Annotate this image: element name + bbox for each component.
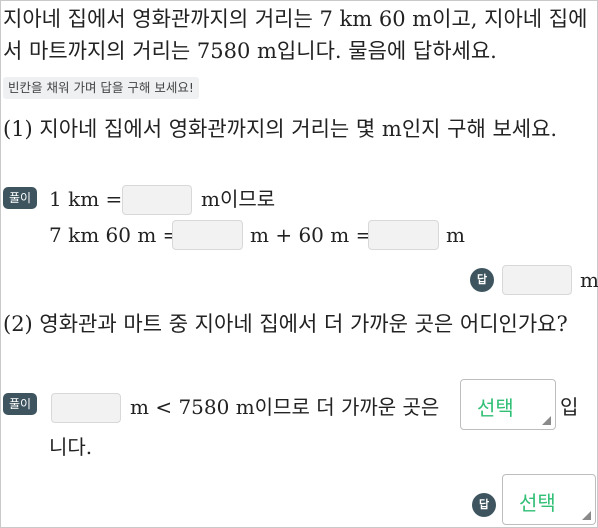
q1-answer-badge: 답	[470, 268, 494, 292]
q2-suffix-2: 니다.	[49, 435, 93, 459]
question-2-text: (2) 영화관과 마트 중 지아네 집에서 더 가까운 곳은 어디인가요?	[3, 312, 568, 336]
question-1-text: (1) 지아네 집에서 영화관까지의 거리는 몇 m인지 구해 보세요.	[3, 117, 558, 141]
worksheet-card: 지아네 집에서 영화관까지의 거리는 7 km 60 m이고, 지아네 집에서 …	[0, 0, 598, 528]
q1-solution-tag: 풀이	[3, 187, 38, 209]
q1-total-input[interactable]	[368, 220, 439, 250]
q1-km-to-m-input[interactable]	[122, 185, 192, 215]
q2-answer-select-label: 선택	[519, 491, 556, 515]
q2-answer-badge: 답	[472, 493, 496, 517]
q2-compare-text: m < 7580 m이므로 더 가까운 곳은	[130, 395, 440, 419]
dropdown-corner-icon	[582, 511, 591, 520]
q1-line1-prefix: 1 km =	[49, 187, 123, 211]
q1-line2-unit: m	[446, 223, 465, 247]
q1-sum-part-input[interactable]	[172, 220, 243, 250]
dropdown-corner-icon	[542, 416, 551, 425]
q2-solution-tag: 풀이	[3, 393, 38, 415]
q2-answer-select[interactable]: 선택	[502, 474, 596, 525]
q1-answer-input[interactable]	[502, 265, 572, 295]
q2-suffix-1: 입	[560, 395, 579, 419]
q2-distance-input[interactable]	[51, 393, 121, 423]
q1-line1-suffix: m이므로	[201, 187, 276, 211]
q2-place-select-label: 선택	[477, 396, 514, 420]
q1-line2-prefix: 7 km 60 m =	[49, 223, 180, 247]
q1-answer-unit: m	[580, 268, 598, 292]
problem-statement: 지아네 집에서 영화관까지의 거리는 7 km 60 m이고, 지아네 집에서 …	[3, 7, 588, 63]
q2-place-select[interactable]: 선택	[460, 379, 556, 430]
hint-label: 빈칸을 채워 가며 답을 구해 보세요!	[3, 77, 199, 99]
q1-line2-middle: m + 60 m =	[250, 223, 373, 247]
